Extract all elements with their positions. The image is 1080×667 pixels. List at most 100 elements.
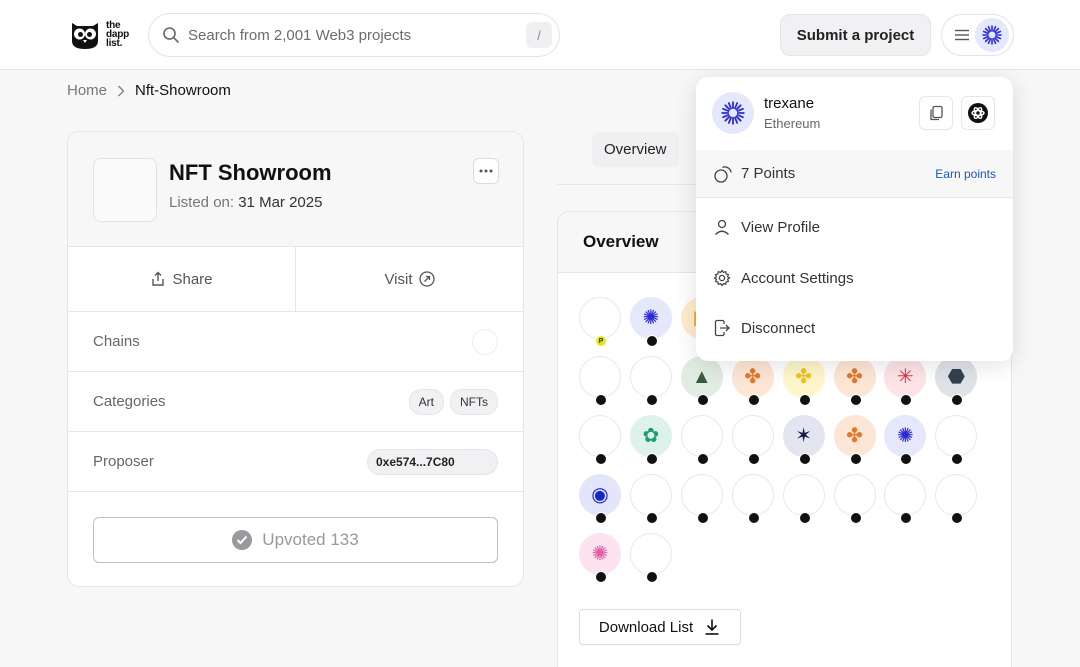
upvoter-avatar[interactable] xyxy=(680,415,723,465)
upvoter-avatar[interactable] xyxy=(629,356,672,406)
project-actions: Share Visit xyxy=(68,247,523,312)
chain-badge xyxy=(595,512,607,524)
upvoter-avatar[interactable] xyxy=(680,474,723,524)
upvoter-avatar[interactable] xyxy=(782,474,825,524)
user-avatar xyxy=(975,18,1009,52)
download-label: Download List xyxy=(598,618,694,636)
upvoter-avatar[interactable] xyxy=(629,474,672,524)
submit-project-button[interactable]: Submit a project xyxy=(780,14,931,56)
upvoter-avatar[interactable]: ⬣ xyxy=(935,356,978,406)
category-tags: Art NFTs xyxy=(408,388,498,415)
upvoter-avatar[interactable]: ✤ xyxy=(833,415,876,465)
breadcrumb-home[interactable]: Home xyxy=(67,82,107,99)
categories-row: Categories Art NFTs xyxy=(68,372,523,432)
upvoter-avatar[interactable] xyxy=(629,533,672,583)
points-value: 7 Points xyxy=(741,165,796,182)
chain-badge xyxy=(747,394,760,406)
share-button[interactable]: Share xyxy=(68,247,295,311)
chain-badge xyxy=(849,512,862,524)
upvoter-avatar[interactable]: ✺ xyxy=(629,297,672,347)
user-icon xyxy=(715,219,729,235)
upvoter-avatar[interactable]: ✳ xyxy=(884,356,927,406)
chain-badge xyxy=(595,453,607,465)
upvoter-avatar[interactable]: P xyxy=(579,297,621,347)
upvoter-avatar[interactable]: ✤ xyxy=(833,356,876,406)
upvoter-avatar[interactable]: ◉ xyxy=(579,474,621,524)
more-options-button[interactable] xyxy=(473,158,499,184)
project-logo-icon: ✤ xyxy=(846,425,863,447)
category-tag[interactable]: NFTs xyxy=(450,388,498,415)
upvoter-avatar[interactable] xyxy=(833,474,876,524)
points-badge: P xyxy=(595,335,607,347)
earn-points-link[interactable]: Earn points xyxy=(935,167,996,181)
chain-badge xyxy=(645,571,658,583)
project-logo-icon: ✺ xyxy=(642,307,660,329)
upvoter-avatar[interactable] xyxy=(579,415,621,465)
dapplist-logo[interactable]: the dapp list. xyxy=(68,17,129,51)
view-profile-item[interactable]: View Profile xyxy=(713,218,820,236)
project-logo-icon: ✺ xyxy=(591,543,609,565)
logo-word-3: list. xyxy=(106,37,123,49)
upvoter-avatar[interactable]: ✺ xyxy=(579,533,621,583)
upvoter-avatar[interactable]: ✶ xyxy=(782,415,825,465)
category-tag[interactable]: Art xyxy=(408,388,444,415)
disconnect-item[interactable]: Disconnect xyxy=(713,319,815,337)
search-input[interactable] xyxy=(188,26,518,44)
upvote-section: Upvoted 133 xyxy=(68,492,523,586)
upvoter-avatar[interactable] xyxy=(935,474,978,524)
upvoter-avatar[interactable]: ✺ xyxy=(884,415,927,465)
chain-badge xyxy=(696,394,709,406)
coins-icon xyxy=(714,165,732,183)
upvoter-avatar[interactable] xyxy=(731,415,774,465)
account-menu-button[interactable] xyxy=(941,14,1014,56)
categories-label: Categories xyxy=(93,393,166,410)
disconnect-label: Disconnect xyxy=(741,319,816,337)
account-settings-item[interactable]: Account Settings xyxy=(713,269,854,287)
upvoter-avatar[interactable]: ✤ xyxy=(731,356,774,406)
chain-badge xyxy=(696,453,709,465)
project-logo-icon: ✤ xyxy=(846,366,863,388)
upvoter-avatar[interactable] xyxy=(884,474,927,524)
logo-wordmark: the dapp list. xyxy=(106,20,129,49)
breadcrumb-current: Nft-Showroom xyxy=(135,82,231,99)
upvoter-avatar[interactable] xyxy=(935,415,978,465)
project-header: NFT Showroom Listed on: 31 Mar 2025 xyxy=(68,132,523,247)
upvoter-avatar[interactable]: ✿ xyxy=(629,415,672,465)
chain-logo-button[interactable] xyxy=(961,96,995,130)
upvoter-avatar[interactable] xyxy=(579,356,621,406)
project-logo-icon: ✺ xyxy=(897,425,914,447)
upvoter-avatar[interactable] xyxy=(731,474,774,524)
user-name: trexane xyxy=(764,95,815,112)
search-bar[interactable]: / xyxy=(148,13,560,57)
visit-button[interactable]: Visit xyxy=(295,247,523,311)
project-logo-icon: ✤ xyxy=(744,366,762,388)
upvoter-avatar[interactable]: ✤ xyxy=(782,356,825,406)
chain-badge xyxy=(849,453,862,465)
chain-badge xyxy=(798,394,811,406)
chain-badge xyxy=(696,512,709,524)
proposer-row: Proposer 0xe574...7C80 xyxy=(68,432,523,492)
share-label: Share xyxy=(172,270,213,288)
download-list-button[interactable]: Download List xyxy=(579,609,741,645)
logout-icon xyxy=(714,319,730,337)
visit-label: Visit xyxy=(384,270,413,288)
chain-badge xyxy=(951,394,964,406)
upvote-button[interactable]: Upvoted 133 xyxy=(93,517,498,563)
download-icon xyxy=(705,619,719,635)
project-logo-icon: ✿ xyxy=(642,425,660,447)
chain-badge xyxy=(900,394,913,406)
upvoter-avatar[interactable]: ▲ xyxy=(680,356,723,406)
proposer-address[interactable]: 0xe574...7C80 xyxy=(367,448,498,475)
hamburger-icon xyxy=(955,29,969,41)
tab-overview[interactable]: Overview xyxy=(592,132,679,167)
copy-icon xyxy=(930,105,943,121)
gear-icon xyxy=(713,269,731,287)
points-summary: 7 Points xyxy=(713,164,795,184)
chains-row: Chains xyxy=(68,312,523,372)
project-logo-icon: ✶ xyxy=(795,425,812,447)
proposer-label: Proposer xyxy=(93,453,154,470)
copy-address-button[interactable] xyxy=(919,96,953,130)
account-dropdown: trexane Ethereum 7 Points Earn points Vi… xyxy=(696,77,1013,361)
chain-badge xyxy=(645,335,658,347)
chevron-right-icon xyxy=(117,84,125,97)
